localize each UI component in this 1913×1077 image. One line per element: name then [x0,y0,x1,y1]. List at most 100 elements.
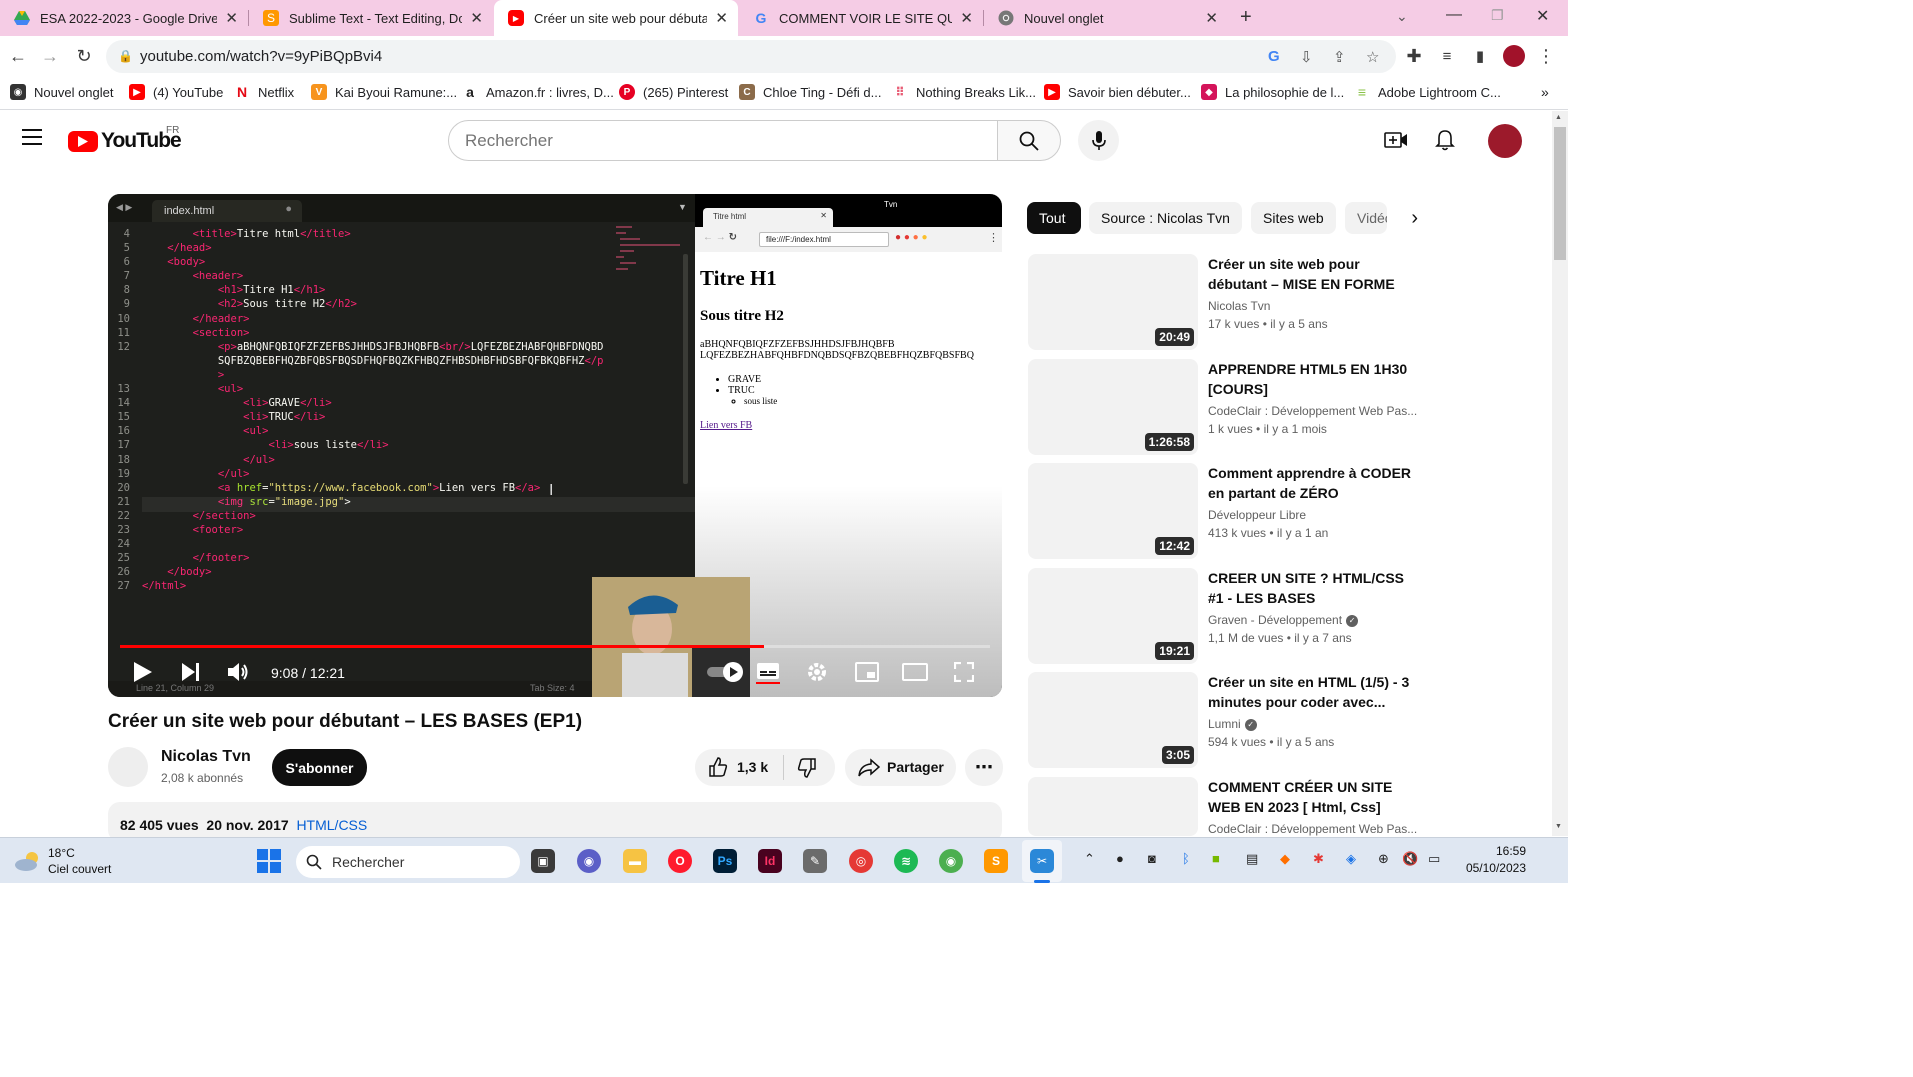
search-button[interactable] [997,120,1061,161]
search-input[interactable]: Rechercher [448,120,998,161]
indesign-icon[interactable]: Id [758,849,782,873]
scroll-up-icon[interactable]: ▲ [1555,114,1562,121]
chip-source[interactable]: Source : Nicolas Tvn [1089,202,1242,234]
fullscreen-button[interactable] [949,657,979,687]
security-icon[interactable]: ◈ [1346,851,1356,867]
volume-muted-icon[interactable]: 🔇 [1402,851,1418,867]
browser-tab[interactable]: ESA 2022-2023 - Google Drive ✕ [0,0,248,36]
chrome-taskbar-icon[interactable]: ◉ [939,849,963,873]
video-thumbnail[interactable]: 19:21 [1028,568,1198,664]
tray-app-icon[interactable]: ✱ [1313,851,1324,867]
forward-icon[interactable]: → [38,44,62,68]
bookmark-item[interactable]: V Kai Byoui Ramune:... [311,84,457,100]
restore-icon[interactable]: ❐ [1491,7,1504,24]
tray-app-icon[interactable]: ◙ [1148,851,1156,866]
address-bar[interactable]: 🔒 youtube.com/watch?v=9yPiBQpBvi4 G ⇩ ⇪ … [106,40,1396,73]
video-hashtag-link[interactable]: HTML/CSS [296,817,367,833]
video-thumbnail[interactable] [1028,777,1198,836]
channel-avatar[interactable] [108,747,148,787]
bookmark-item[interactable]: ◆ La philosophie de l... [1201,84,1344,100]
youtube-logo[interactable]: YouTube FR [68,125,182,153]
nvidia-icon[interactable]: ■ [1212,851,1220,866]
recommended-channel[interactable]: Lumni ✓ [1208,717,1418,731]
browser-tab[interactable]: S Sublime Text - Text Editing, Done ✕ [249,0,493,36]
browser-tab[interactable]: Nouvel onglet ✕ [984,0,1228,36]
bookmark-item[interactable]: N Netflix [234,84,294,100]
recommended-video-title[interactable]: Créer un site en HTML (1/5) - 3 minutes … [1208,672,1418,712]
theater-mode-button[interactable] [900,657,930,687]
recommended-video-title[interactable]: APPRENDRE HTML5 EN 1H30 [COURS] [1208,359,1418,399]
bookmark-item[interactable]: ⠿ Nothing Breaks Lik... [892,84,1036,100]
account-avatar[interactable] [1488,124,1522,158]
bookmark-item[interactable]: C Chloe Ting - Défi d... [739,84,882,100]
photoshop-icon[interactable]: Ps [713,849,737,873]
more-actions-icon[interactable]: ⋯ [965,749,1003,786]
video-thumbnail[interactable]: 20:49 [1028,254,1198,350]
browser-tab-active[interactable]: ▶ Créer un site web pour débutant ✕ [494,0,738,36]
video-thumbnail[interactable]: 1:26:58 [1028,359,1198,455]
bookmark-item[interactable]: ▶ Savoir bien débuter... [1044,84,1191,100]
recommended-video[interactable]: 19:21 CREER UN SITE ? HTML/CSS #1 - LES B… [1028,568,1418,664]
like-count[interactable]: 1,3 k [737,759,768,775]
recommended-channel[interactable]: Développeur Libre [1208,508,1418,522]
recommended-channel[interactable]: Nicolas Tvn [1208,299,1418,313]
miniplayer-button[interactable] [852,657,882,687]
recommended-video[interactable]: 1:26:58 APPRENDRE HTML5 EN 1H30 [COURS] Co… [1028,359,1418,455]
description-box[interactable]: 82 405 vues 20 nov. 2017 HTML/CSS [108,802,1002,842]
bookmark-item[interactable]: ▶ (4) YouTube [129,84,223,100]
bookmark-item[interactable]: P (265) Pinterest [619,84,728,100]
opera-icon[interactable]: O [668,849,692,873]
scroll-down-icon[interactable]: ▼ [1555,823,1562,830]
close-window-icon[interactable]: ✕ [1536,6,1549,26]
next-button[interactable] [176,657,206,687]
teams-chat-icon[interactable]: ◉ [577,849,601,873]
bookmark-item[interactable]: a Amazon.fr : livres, D... [462,84,614,100]
recommended-channel[interactable]: CodeClair : Développement Web Pas... [1208,404,1418,418]
close-tab-icon[interactable]: ✕ [715,9,728,27]
minimize-icon[interactable]: — [1446,6,1462,24]
dislike-button[interactable] [797,758,817,781]
media-control-icon[interactable]: ≡ [1435,44,1459,68]
tray-app-icon[interactable]: ● [1116,851,1124,866]
recommended-video[interactable]: 20:49 Créer un site web pour débutant – M… [1028,254,1418,350]
subscribe-button[interactable]: S'abonner [272,749,367,786]
like-button[interactable] [708,757,728,780]
sublime-taskbar-icon[interactable]: S [984,849,1008,873]
bookmark-item[interactable]: ≡ Adobe Lightroom C... [1354,84,1501,100]
recommended-channel[interactable]: Graven - Développement ✓ [1208,613,1418,627]
menu-icon[interactable] [22,129,42,150]
bookmark-item[interactable]: ◉ Nouvel onglet [10,84,114,100]
battery-icon[interactable]: ▭ [1428,851,1440,867]
video-thumbnail[interactable]: 3:05 [1028,672,1198,768]
file-explorer-icon[interactable]: ▬ [623,849,647,873]
create-video-icon[interactable] [1384,130,1408,155]
task-view-icon[interactable]: ▣ [531,849,555,873]
voice-search-button[interactable] [1078,120,1119,161]
language-icon[interactable]: ⊕ [1378,851,1389,867]
gimp-icon[interactable]: ✎ [803,849,827,873]
browser-tab[interactable]: G COMMENT VOIR LE SITE QU4O1 ✕ [739,0,983,36]
tray-app-icon[interactable]: ▤ [1246,851,1258,867]
notifications-bell-icon[interactable] [1435,129,1455,156]
channel-name[interactable]: Nicolas Tvn [161,748,251,766]
side-panel-icon[interactable]: ▮ [1468,44,1492,68]
chips-next-icon[interactable]: › [1386,202,1436,234]
windows-start-icon[interactable] [257,849,281,878]
bookmark-star-icon[interactable]: ☆ [1366,48,1379,66]
reload-icon[interactable]: ↻ [72,44,96,68]
chip-videos[interactable]: Vidéos [1345,202,1387,234]
share-button[interactable]: Partager [845,749,956,786]
play-button[interactable] [128,657,158,687]
chip-all[interactable]: Tout [1027,202,1081,234]
profile-avatar-icon[interactable] [1502,44,1526,68]
recommended-channel[interactable]: CodeClair : Développement Web Pas... [1208,822,1418,836]
chip-sites-web[interactable]: Sites web [1251,202,1336,234]
page-scrollbar-thumb[interactable] [1554,127,1566,260]
extensions-icon[interactable]: ✚ [1402,44,1426,68]
screen-recorder-icon[interactable]: ◎ [849,849,873,873]
back-icon[interactable]: ← [6,44,30,68]
close-tab-icon[interactable]: ✕ [470,9,483,27]
volume-button[interactable] [224,657,254,687]
spotify-icon[interactable]: ≋ [894,849,918,873]
recommended-video-title[interactable]: CREER UN SITE ? HTML/CSS #1 - LES BASES [1208,568,1418,608]
